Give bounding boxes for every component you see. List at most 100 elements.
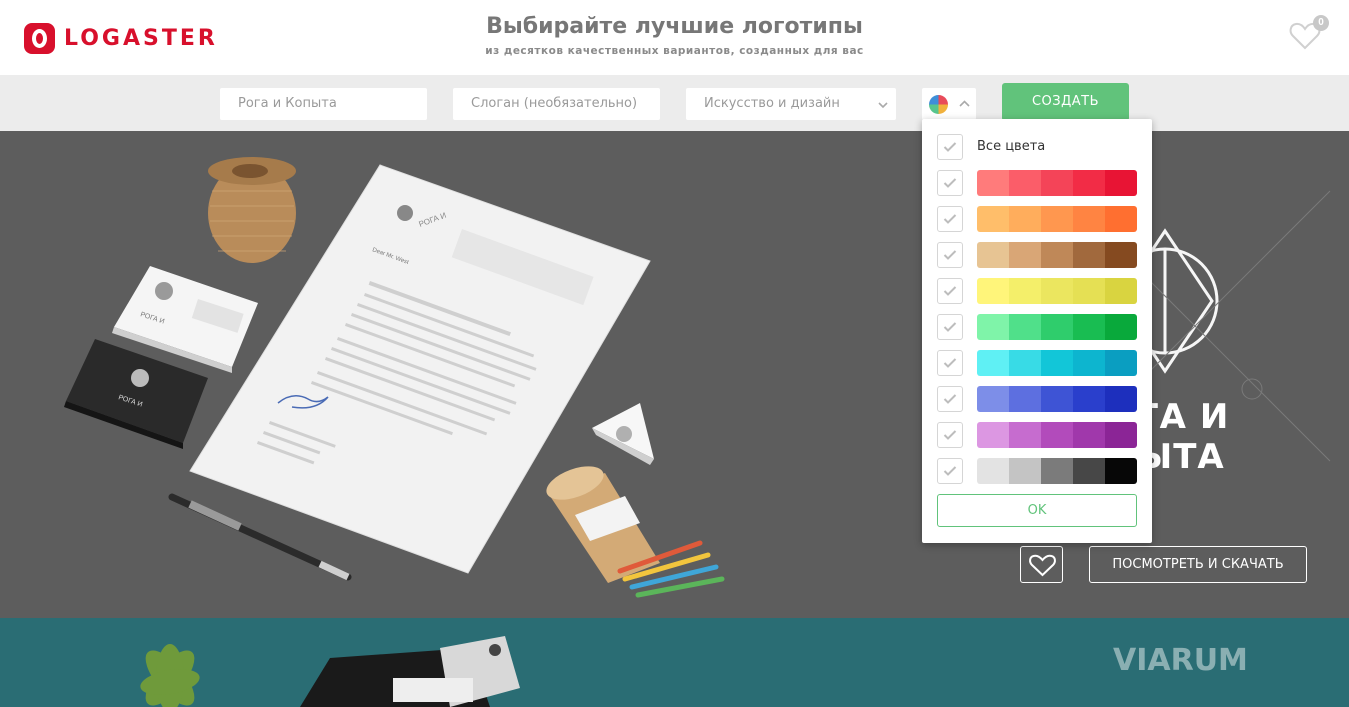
color-option-all[interactable]: Все цвета bbox=[937, 134, 1137, 160]
color-swatch bbox=[1073, 206, 1105, 232]
color-swatch bbox=[1073, 314, 1105, 340]
color-swatch-strip[interactable] bbox=[977, 278, 1137, 304]
watermark: VIARUM bbox=[1113, 643, 1248, 678]
chevron-down-icon bbox=[878, 102, 888, 109]
color-swatch bbox=[1105, 242, 1137, 268]
page-title: Выбирайте лучшие логотипы bbox=[486, 14, 863, 39]
check-icon bbox=[943, 286, 957, 296]
color-option-purple[interactable] bbox=[937, 422, 1137, 448]
color-option-orange[interactable] bbox=[937, 206, 1137, 232]
color-swatch-strip[interactable] bbox=[977, 458, 1137, 484]
color-swatch bbox=[1009, 170, 1041, 196]
color-swatch bbox=[1041, 314, 1073, 340]
check-icon bbox=[943, 466, 957, 476]
color-swatch bbox=[1009, 242, 1041, 268]
color-swatch-strip[interactable] bbox=[977, 422, 1137, 448]
color-swatch bbox=[1041, 278, 1073, 304]
color-swatch bbox=[1041, 206, 1073, 232]
color-swatch bbox=[977, 350, 1009, 376]
checkbox[interactable] bbox=[937, 278, 963, 304]
color-swatch bbox=[1073, 422, 1105, 448]
category-select-value: Искусство и дизайн bbox=[704, 96, 840, 111]
checkbox[interactable] bbox=[937, 350, 963, 376]
ok-button[interactable]: OK bbox=[937, 494, 1137, 527]
color-swatch bbox=[1105, 170, 1137, 196]
checkbox[interactable] bbox=[937, 134, 963, 160]
color-option-blue[interactable] bbox=[937, 386, 1137, 412]
page: LOGASTER Выбирайте лучшие логотипы из де… bbox=[0, 0, 1349, 707]
color-swatch bbox=[1041, 458, 1073, 484]
color-swatch bbox=[1073, 458, 1105, 484]
check-icon bbox=[943, 358, 957, 368]
check-icon bbox=[943, 322, 957, 332]
color-option-cyan[interactable] bbox=[937, 350, 1137, 376]
view-and-download-button[interactable]: ПОСМОТРЕТЬ И СКАЧАТЬ bbox=[1089, 546, 1307, 583]
color-swatch bbox=[1041, 386, 1073, 412]
checkbox[interactable] bbox=[937, 422, 963, 448]
letter-logo-icon bbox=[397, 205, 413, 221]
color-swatch-strip[interactable] bbox=[977, 350, 1137, 376]
color-option-green[interactable] bbox=[937, 314, 1137, 340]
heart-icon bbox=[1029, 554, 1056, 577]
checkbox[interactable] bbox=[937, 242, 963, 268]
color-swatch bbox=[1105, 314, 1137, 340]
color-select[interactable] bbox=[922, 88, 976, 120]
check-icon bbox=[943, 250, 957, 260]
color-swatch bbox=[1041, 350, 1073, 376]
category-select[interactable]: Искусство и дизайн bbox=[686, 88, 896, 120]
color-wheel-icon bbox=[929, 95, 948, 114]
color-swatch bbox=[1009, 278, 1041, 304]
checkbox[interactable] bbox=[937, 206, 963, 232]
color-option-red[interactable] bbox=[937, 170, 1137, 196]
color-swatch bbox=[1105, 386, 1137, 412]
color-swatch bbox=[1009, 458, 1041, 484]
add-to-favorites-button[interactable] bbox=[1020, 546, 1063, 583]
color-swatch bbox=[977, 458, 1009, 484]
color-swatch-strip[interactable] bbox=[977, 206, 1137, 232]
chevron-up-icon bbox=[959, 100, 970, 107]
color-swatch-strip[interactable] bbox=[977, 170, 1137, 196]
color-filter-dropdown: Все цвета OK bbox=[922, 119, 1152, 543]
create-button[interactable]: СОЗДАТЬ bbox=[1002, 83, 1129, 121]
color-swatch bbox=[1073, 386, 1105, 412]
color-swatch bbox=[1073, 278, 1105, 304]
color-swatch bbox=[1105, 458, 1137, 484]
checkbox[interactable] bbox=[937, 458, 963, 484]
page-subtitle: из десятков качественных вариантов, созд… bbox=[485, 45, 864, 57]
color-swatch bbox=[1009, 422, 1041, 448]
checkbox[interactable] bbox=[937, 314, 963, 340]
favorites-count-badge: 0 bbox=[1313, 15, 1329, 31]
color-swatch bbox=[977, 170, 1009, 196]
header: LOGASTER Выбирайте лучшие логотипы из де… bbox=[0, 0, 1349, 75]
check-icon bbox=[943, 394, 957, 404]
check-icon bbox=[943, 214, 957, 224]
color-swatch bbox=[1009, 314, 1041, 340]
color-option-yellow[interactable] bbox=[937, 278, 1137, 304]
color-swatch bbox=[1009, 386, 1041, 412]
color-option-gray[interactable] bbox=[937, 458, 1137, 484]
color-swatch bbox=[1073, 242, 1105, 268]
color-swatch bbox=[1009, 206, 1041, 232]
color-swatch bbox=[1041, 422, 1073, 448]
color-swatch bbox=[977, 242, 1009, 268]
color-swatch bbox=[977, 278, 1009, 304]
color-option-brown[interactable] bbox=[937, 242, 1137, 268]
checkbox[interactable] bbox=[937, 170, 963, 196]
color-swatch bbox=[977, 422, 1009, 448]
color-swatch bbox=[1041, 170, 1073, 196]
color-swatch-strip[interactable] bbox=[977, 386, 1137, 412]
company-name-input[interactable]: Рога и Копыта bbox=[220, 88, 427, 120]
color-swatch bbox=[977, 386, 1009, 412]
color-swatch bbox=[1041, 242, 1073, 268]
check-icon bbox=[943, 178, 957, 188]
checkbox[interactable] bbox=[937, 386, 963, 412]
color-swatch bbox=[1105, 422, 1137, 448]
color-swatch-strip[interactable] bbox=[977, 314, 1137, 340]
check-icon bbox=[943, 430, 957, 440]
color-swatch bbox=[1105, 206, 1137, 232]
slogan-input[interactable]: Слоган (необязательно) bbox=[453, 88, 660, 120]
color-swatch-strip[interactable] bbox=[977, 242, 1137, 268]
color-swatch bbox=[1009, 350, 1041, 376]
color-swatch bbox=[977, 206, 1009, 232]
color-swatch bbox=[1105, 278, 1137, 304]
